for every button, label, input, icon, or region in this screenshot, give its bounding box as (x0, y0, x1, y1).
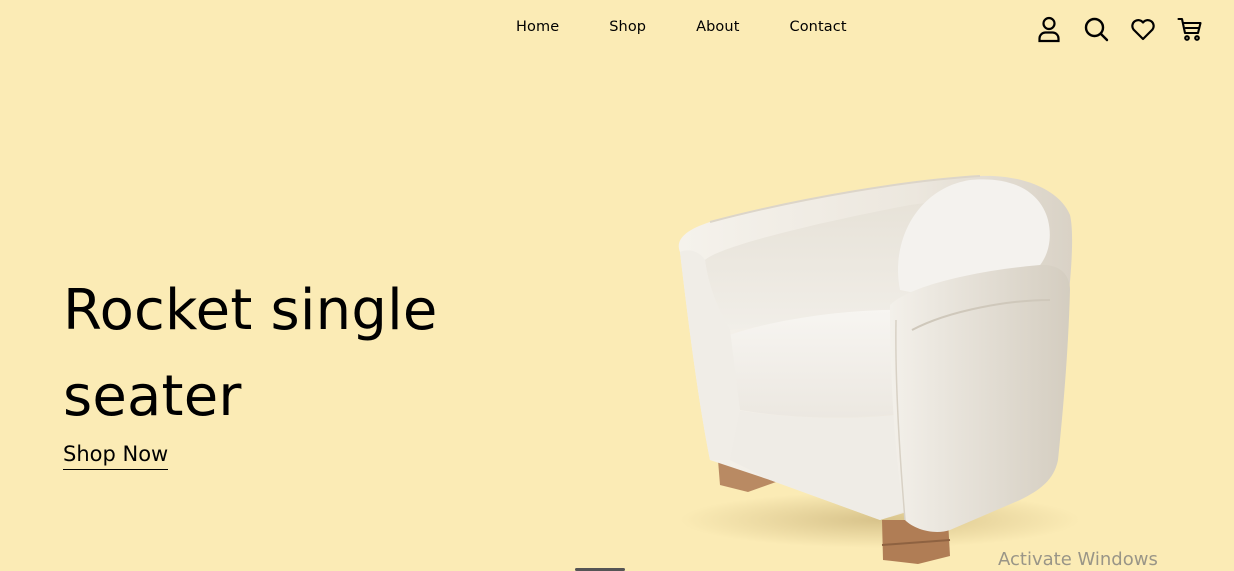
cart-icon[interactable] (1176, 15, 1204, 43)
heart-icon[interactable] (1129, 15, 1157, 43)
page: Home Shop About Contact Rocket single se… (0, 0, 1234, 571)
nav-contact-link[interactable]: Contact (789, 19, 846, 35)
search-icon[interactable] (1082, 15, 1110, 43)
nav-home-link[interactable]: Home (516, 19, 559, 35)
nav-about-link[interactable]: About (696, 19, 739, 35)
nav-shop-link[interactable]: Shop (609, 19, 646, 35)
header-icons (1035, 15, 1204, 43)
activate-windows-watermark: Activate Windows (998, 549, 1158, 570)
account-icon[interactable] (1035, 15, 1063, 43)
armchair-image (678, 175, 1080, 564)
hero-title: Rocket single seater (63, 278, 438, 429)
shop-now-link[interactable]: Shop Now (63, 441, 169, 470)
main-nav: Home Shop About Contact (516, 19, 847, 35)
